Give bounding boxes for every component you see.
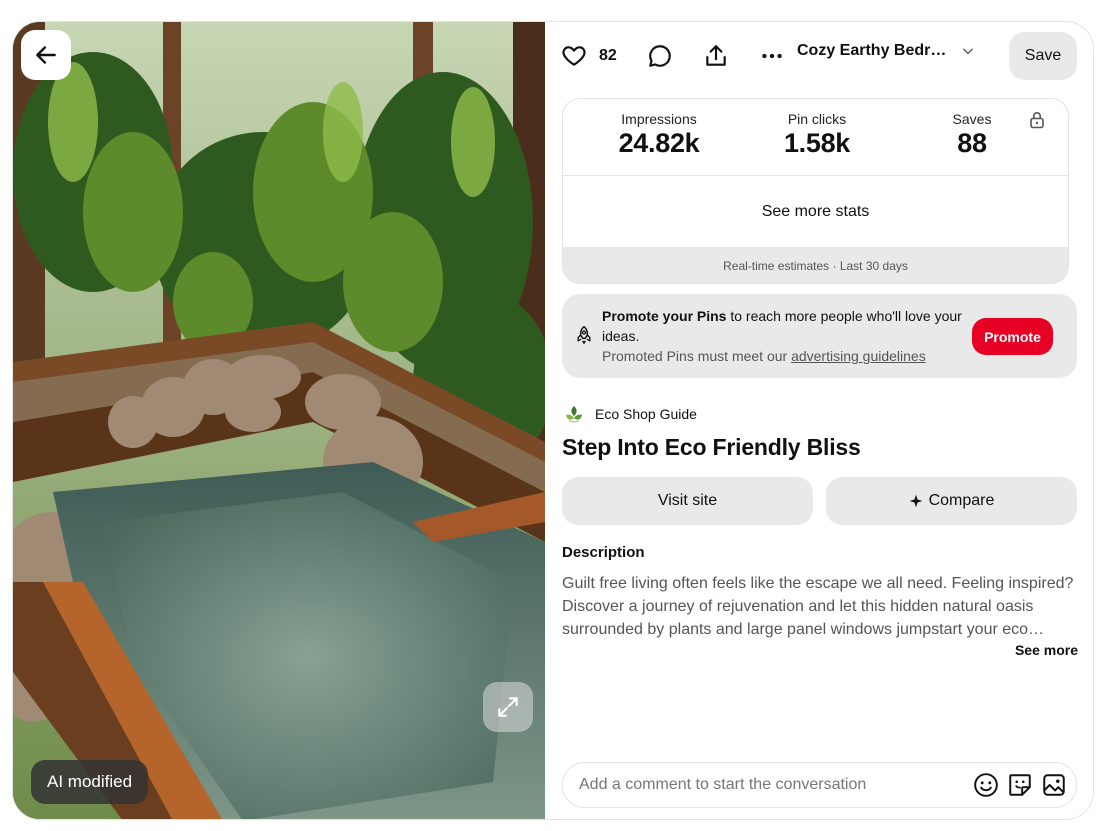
- like-button[interactable]: [561, 43, 587, 69]
- stat-value: 24.82k: [618, 128, 700, 158]
- lock-icon: [1030, 112, 1044, 129]
- comment-box: [562, 762, 1077, 808]
- emoji-button[interactable]: [972, 771, 1000, 799]
- stat-value: 88: [957, 128, 987, 158]
- rocket-icon: [577, 325, 591, 344]
- stat-value: 1.58k: [783, 128, 851, 158]
- promote-heading: Promote your Pins: [602, 308, 727, 324]
- pin-title: Step Into Eco Friendly Bliss: [562, 434, 861, 460]
- pin-closeup-card: AI modified 82 Cozy Earthy Bedroom Save …: [12, 21, 1094, 820]
- more-options-button[interactable]: [759, 43, 785, 69]
- ellipsis-icon: [762, 53, 782, 59]
- comment-tools: [972, 771, 1068, 799]
- like-count: 82: [599, 47, 617, 64]
- sticker-button[interactable]: [1006, 771, 1034, 799]
- heart-icon: [562, 46, 586, 66]
- comment-button[interactable]: [647, 43, 673, 69]
- stat-label: Saves: [952, 111, 992, 127]
- expand-icon: [498, 697, 518, 717]
- see-more-stats-button[interactable]: See more stats: [563, 175, 1068, 247]
- visit-site-button[interactable]: Visit site: [562, 477, 813, 525]
- comment-bubble-icon: [648, 45, 671, 67]
- board-selector[interactable]: Cozy Earthy Bedroom: [797, 42, 975, 60]
- emoji-icon: [974, 773, 998, 797]
- expand-button[interactable]: [483, 682, 533, 732]
- pin-image-artwork: [13, 22, 545, 819]
- promote-button[interactable]: Promote: [972, 318, 1053, 355]
- back-button[interactable]: [21, 30, 71, 80]
- creator-avatar[interactable]: [563, 403, 585, 425]
- creator-name[interactable]: Eco Shop Guide: [595, 406, 697, 422]
- ai-modified-badge[interactable]: AI modified: [31, 760, 149, 804]
- sparkle-icon: [909, 494, 923, 508]
- stat-label: Pin clicks: [787, 111, 847, 127]
- share-upload-icon: [706, 45, 726, 66]
- chevron-down-icon: [963, 48, 973, 55]
- image-icon: [1043, 774, 1065, 796]
- compare-button[interactable]: Compare: [826, 477, 1077, 525]
- share-button[interactable]: [703, 43, 729, 69]
- stats-card: Impressions 24.82k Pin clicks 1.58k Save…: [562, 98, 1069, 284]
- description-heading: Description: [562, 544, 645, 561]
- promote-text: Promote your Pins to reach more people w…: [602, 306, 962, 366]
- stats-footnote: Real-time estimates · Last 30 days: [563, 247, 1068, 283]
- stat-impressions: Impressions 24.82k: [609, 111, 709, 159]
- description-text: Guilt free living often feels like the e…: [562, 575, 1074, 638]
- promote-subtext: Promoted Pins must meet our advertising …: [602, 346, 962, 366]
- advertising-guidelines-link[interactable]: advertising guidelines: [791, 348, 926, 364]
- board-name: Cozy Earthy Bedroom: [797, 42, 949, 59]
- compare-label: Compare: [928, 492, 995, 509]
- pin-toolbar: 82 Cozy Earthy Bedroom Save: [561, 32, 1077, 80]
- see-more-link[interactable]: See more: [1015, 642, 1078, 658]
- pin-image[interactable]: AI modified: [13, 22, 545, 819]
- arrow-left-icon: [36, 46, 56, 64]
- stat-saves: Saves 88: [927, 111, 1017, 159]
- stat-pin-clicks: Pin clicks 1.58k: [767, 111, 867, 159]
- promote-banner: Promote your Pins to reach more people w…: [562, 294, 1077, 378]
- image-upload-button[interactable]: [1040, 771, 1068, 799]
- save-button[interactable]: Save: [1009, 32, 1077, 80]
- promote-subtext-prefix: Promoted Pins must meet our: [602, 348, 792, 364]
- comment-input[interactable]: [579, 763, 949, 807]
- creator-row[interactable]: Eco Shop Guide: [563, 403, 697, 425]
- sticker-icon: [1009, 774, 1031, 796]
- visit-site-label: Visit site: [657, 492, 718, 509]
- pin-details-panel: 82 Cozy Earthy Bedroom Save Impressions …: [545, 22, 1093, 819]
- stat-label: Impressions: [621, 111, 697, 127]
